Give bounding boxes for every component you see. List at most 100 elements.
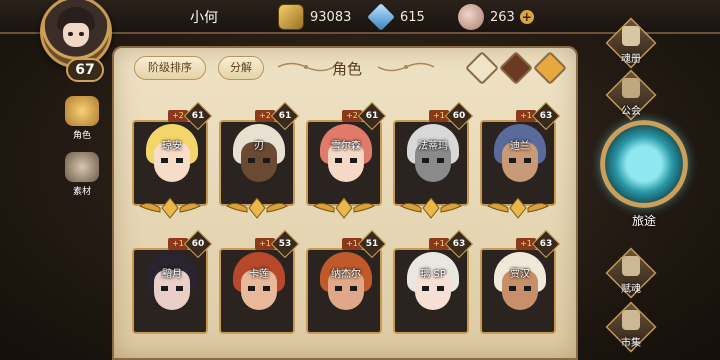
hero-card[interactable]: 琼安 +2 61	[132, 101, 213, 219]
sort-by-rank-button[interactable]: 阶级排序	[134, 56, 206, 80]
hero-eyes	[509, 286, 531, 291]
rank-wings-icon	[139, 197, 201, 219]
hero-level: 63	[539, 111, 553, 121]
character-panel: 阶级排序 分解 角色 琼安 +2 61 刃 +2 61 雪尔森 +2 61 法蒂…	[112, 46, 578, 360]
hero-eyes	[335, 158, 357, 163]
hero-level: 61	[278, 111, 292, 121]
hero-card-frame: 璃 SP	[393, 248, 469, 334]
nav-journey-label: 旅途	[631, 214, 656, 228]
stone-value: 263	[490, 9, 515, 25]
nav-gift-label: 赋魂	[621, 284, 641, 295]
currency-crystal[interactable]: 615	[367, 3, 425, 31]
decompose-button[interactable]: 分解	[218, 56, 264, 80]
hero-card[interactable]: 贾汉 +1 63	[480, 229, 561, 334]
hero-level: 60	[191, 239, 205, 249]
hero-eyes	[248, 286, 270, 291]
hero-name: 雪尔森	[331, 141, 361, 152]
pink-stone-icon	[458, 4, 484, 30]
hero-eyes	[422, 286, 444, 291]
hero-eyes	[248, 158, 270, 163]
hero-name: 纳杰尔	[331, 269, 361, 280]
hero-card[interactable]: 纳杰尔 +1 51	[306, 229, 387, 334]
currency-gold[interactable]: 93083	[278, 4, 351, 30]
hero-name: 迪兰	[510, 141, 530, 152]
hero-card-frame: 卡莲	[219, 248, 295, 334]
add-stone-button[interactable]: +	[519, 10, 534, 24]
nav-soulbook-label: 魂册	[621, 54, 641, 65]
hero-card[interactable]: 雪尔森 +2 61	[306, 101, 387, 219]
nav-gift[interactable]: 赋魂	[598, 247, 664, 299]
gold-value: 93083	[310, 9, 352, 25]
player-level-badge: 67	[66, 58, 104, 82]
helmet-icon	[65, 96, 99, 126]
nav-soulbook[interactable]: 魂册	[598, 17, 664, 69]
journey-compass-icon	[600, 120, 688, 208]
hero-portrait	[395, 122, 467, 204]
filter-sword-icon[interactable]	[499, 51, 533, 85]
hero-level: 53	[278, 239, 292, 249]
market-icon	[622, 310, 640, 330]
hero-level: 61	[365, 111, 379, 121]
nav-guild-label: 公会	[621, 106, 641, 117]
hero-card[interactable]: 卡莲 +1 53	[219, 229, 300, 334]
nav-journey[interactable]: 旅途	[598, 120, 690, 238]
hero-card-frame: 贾汉	[480, 248, 556, 334]
hero-level: 63	[539, 239, 553, 249]
hero-eyes	[509, 158, 531, 163]
filter-heart-icon[interactable]	[465, 51, 499, 85]
ornament-left-icon	[277, 62, 335, 72]
gift-soul-icon	[622, 256, 640, 276]
hero-card[interactable]: 法蒂玛 +1 60	[393, 101, 474, 219]
hero-level: 61	[191, 111, 205, 121]
beast-icon	[65, 152, 99, 182]
hero-level: 51	[365, 239, 379, 249]
hero-card[interactable]: 刃 +2 61	[219, 101, 300, 219]
avatar-eye-left	[68, 32, 73, 36]
hero-level: 63	[452, 239, 466, 249]
tab-materials-label: 素材	[72, 187, 91, 197]
rank-wings-icon	[400, 197, 462, 219]
currency-stone[interactable]: 263 +	[458, 4, 534, 30]
hero-portrait	[221, 122, 293, 204]
hero-eyes	[422, 158, 444, 163]
hero-name: 琼安	[162, 141, 182, 152]
rank-wings-icon	[226, 197, 288, 219]
blue-crystal-icon	[367, 3, 395, 31]
avatar-eye-right	[79, 32, 84, 36]
hero-name: 法蒂玛	[418, 141, 448, 152]
hero-portrait	[308, 122, 380, 204]
hero-name: 贾汉	[510, 269, 530, 280]
hero-card-frame: 黯月	[132, 248, 208, 334]
hero-level: 60	[452, 111, 466, 121]
rank-wings-icon	[313, 197, 375, 219]
hero-portrait	[395, 250, 467, 332]
gold-ore-icon	[278, 4, 304, 30]
hero-card[interactable]: 璃 SP +1 63	[393, 229, 474, 334]
nav-guild[interactable]: 公会	[598, 69, 664, 121]
hero-portrait	[482, 250, 554, 332]
soulbook-icon	[622, 26, 640, 46]
hero-name: 卡莲	[249, 269, 269, 280]
tab-materials[interactable]: 素材	[62, 152, 102, 200]
guild-icon	[622, 78, 640, 98]
tab-characters-label: 角色	[72, 131, 91, 141]
hero-portrait	[482, 122, 554, 204]
nav-market-label: 市集	[621, 338, 641, 349]
player-name: 小何	[190, 10, 218, 26]
hero-eyes	[161, 286, 183, 291]
hero-portrait	[221, 250, 293, 332]
panel-title: 角色	[332, 60, 363, 78]
hero-portrait	[308, 250, 380, 332]
hero-portrait	[134, 250, 206, 332]
tab-characters[interactable]: 角色	[62, 96, 102, 144]
ornament-right-icon	[377, 62, 435, 72]
hero-card[interactable]: 迪兰 +1 63	[480, 101, 561, 219]
filter-star-icon[interactable]	[533, 51, 567, 85]
nav-market[interactable]: 市集	[598, 301, 664, 353]
avatar-face	[63, 23, 89, 47]
hero-portrait	[134, 122, 206, 204]
hero-card[interactable]: 黯月 +1 60	[132, 229, 213, 334]
hero-name: 黯月	[162, 269, 182, 280]
hero-name: 刃	[254, 141, 264, 152]
crystal-value: 615	[400, 9, 425, 25]
